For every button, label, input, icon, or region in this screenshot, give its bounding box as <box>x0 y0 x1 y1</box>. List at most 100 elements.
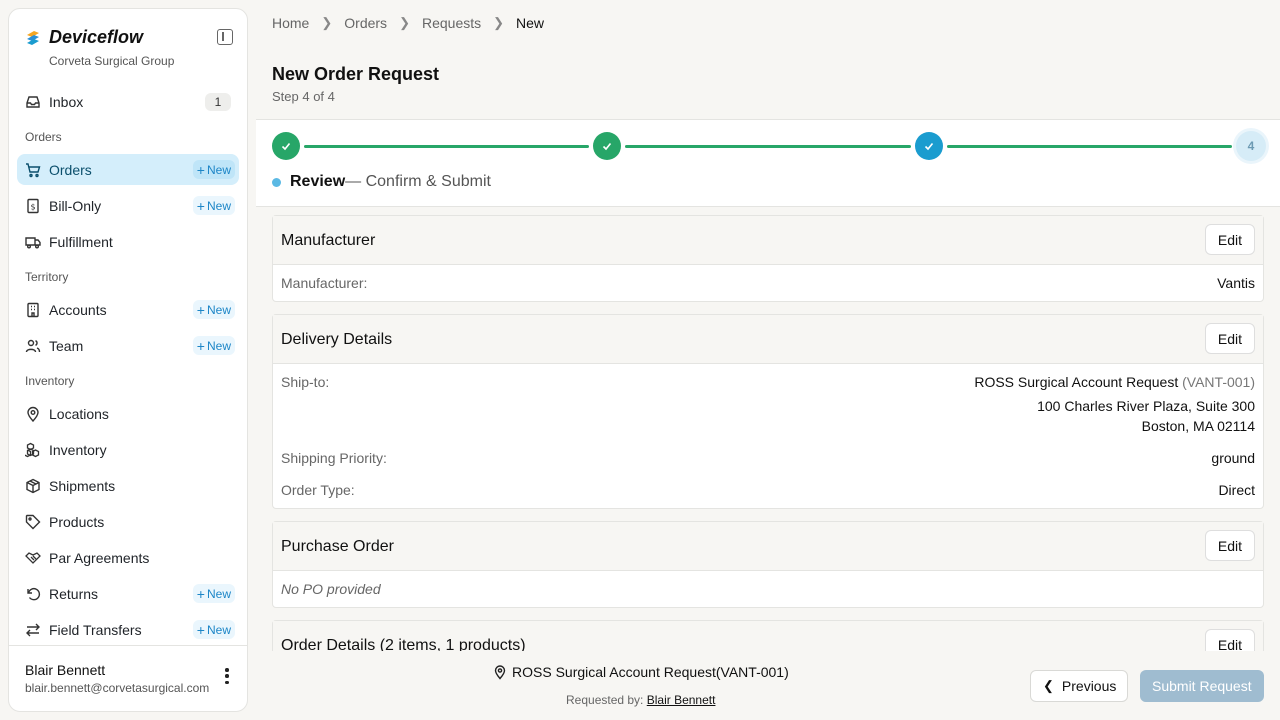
check-icon <box>281 142 291 151</box>
breadcrumb-orders[interactable]: Orders <box>344 15 387 31</box>
sidebar-item-bill-only[interactable]: $ Bill-Only + New <box>17 190 239 221</box>
more-vertical-icon[interactable] <box>225 668 229 684</box>
plus-icon: + <box>196 621 205 638</box>
sidebar-collapse-icon[interactable] <box>217 29 233 45</box>
new-account-button[interactable]: + New <box>192 300 235 319</box>
users-icon <box>25 338 41 354</box>
step-name: Review <box>290 173 346 190</box>
page-title: New Order Request <box>272 64 440 84</box>
step-2-complete[interactable] <box>593 132 621 160</box>
user-profile[interactable]: Blair Bennett blair.bennett@corvetasurgi… <box>9 645 247 711</box>
edit-order-details-button[interactable]: Edit <box>1204 629 1255 651</box>
shipping-priority-value: ground <box>1211 450 1255 466</box>
shipping-priority-label: Shipping Priority: <box>281 450 387 466</box>
new-label: New <box>206 586 231 601</box>
sidebar-item-fulfillment[interactable]: Fulfillment <box>17 226 239 257</box>
sidebar-item-label: Team <box>49 337 84 354</box>
edit-delivery-button[interactable]: Edit <box>1204 323 1255 354</box>
section-orders: Orders <box>25 130 62 144</box>
tag-icon <box>25 514 41 530</box>
ship-to-value: ROSS Surgical Account Request (VANT-001) <box>974 374 1255 390</box>
manufacturer-label: Manufacturer: <box>281 275 368 291</box>
breadcrumb: Home ❯ Orders ❯ Requests ❯ New <box>272 15 544 31</box>
new-team-button[interactable]: + New <box>192 336 235 355</box>
plus-icon: + <box>196 161 205 178</box>
sidebar-item-locations[interactable]: Locations <box>17 398 239 429</box>
map-pin-icon <box>494 665 506 680</box>
sidebar-item-products[interactable]: Products <box>17 506 239 537</box>
handshake-icon <box>25 550 41 566</box>
requested-by: Requested by: Blair Bennett <box>566 693 715 707</box>
manufacturer-value: Vantis <box>1217 275 1255 291</box>
cart-icon <box>25 162 41 178</box>
new-label: New <box>206 338 231 353</box>
new-label: New <box>206 162 231 177</box>
sidebar: Deviceflow Corveta Surgical Group Inbox … <box>8 8 248 712</box>
ship-to-address-line1: 100 Charles River Plaza, Suite 300 <box>1037 398 1255 414</box>
section-territory: Territory <box>25 270 69 284</box>
edit-po-button[interactable]: Edit <box>1204 530 1255 561</box>
breadcrumb-current: New <box>516 15 545 31</box>
sidebar-item-field-transfers[interactable]: Field Transfers + New <box>17 614 239 645</box>
new-field-transfer-button[interactable]: + New <box>192 620 235 639</box>
sidebar-item-label: Inbox <box>49 93 84 110</box>
step-connector <box>304 145 589 148</box>
svg-text:$: $ <box>30 202 35 211</box>
step-1-complete[interactable] <box>272 132 300 160</box>
check-icon <box>924 142 934 151</box>
sidebar-item-label: Orders <box>49 161 92 178</box>
requested-by-label: Requested by: <box>566 693 644 707</box>
previous-button[interactable]: ❮ Previous <box>1030 670 1129 702</box>
new-orders-button[interactable]: + New <box>192 160 235 179</box>
chevron-right-icon: ❯ <box>399 15 410 30</box>
brand[interactable]: Deviceflow <box>25 27 143 48</box>
breadcrumb-requests[interactable]: Requests <box>422 15 481 31</box>
breadcrumb-home[interactable]: Home <box>272 15 309 31</box>
ship-to-name: ROSS Surgical Account Request <box>974 374 1179 390</box>
sidebar-item-inbox[interactable]: Inbox 1 <box>17 86 239 117</box>
chevron-right-icon: ❯ <box>493 15 505 30</box>
inbox-icon <box>25 94 41 110</box>
sidebar-item-label: Products <box>49 513 105 530</box>
sidebar-item-returns[interactable]: Returns + New <box>17 578 239 609</box>
step-3-complete[interactable] <box>915 132 943 160</box>
step-4-current[interactable]: 4 <box>1236 131 1266 161</box>
sidebar-item-team[interactable]: Team + New <box>17 330 239 361</box>
chevron-right-icon: ❯ <box>321 15 333 30</box>
new-return-button[interactable]: + New <box>192 584 235 603</box>
step-description: — Confirm & Submit <box>345 173 491 190</box>
sidebar-item-label: Shipments <box>49 477 116 494</box>
rotate-ccw-icon <box>25 586 41 602</box>
new-bill-only-button[interactable]: + New <box>192 196 235 215</box>
ship-to-code: (VANT-001) <box>1182 374 1255 390</box>
card-title: Delivery Details <box>281 331 393 348</box>
new-label: New <box>206 198 231 213</box>
sidebar-item-shipments[interactable]: Shipments <box>17 470 239 501</box>
order-details-card: Order Details (2 items, 1 products) Edit <box>272 620 1264 651</box>
no-po-text: No PO provided <box>281 581 381 597</box>
edit-manufacturer-button[interactable]: Edit <box>1204 224 1255 255</box>
sidebar-item-label: Fulfillment <box>49 233 113 250</box>
sidebar-item-par-agreements[interactable]: Par Agreements <box>17 542 239 573</box>
sidebar-item-accounts[interactable]: Accounts + New <box>17 294 239 325</box>
status-dot <box>272 177 281 187</box>
requester-link[interactable]: Blair Bennett <box>647 693 716 707</box>
submit-request-button[interactable]: Submit Request <box>1140 670 1264 702</box>
package-icon <box>25 478 41 494</box>
delivery-details-card: Delivery Details Edit Ship-to: ROSS Surg… <box>272 314 1264 509</box>
sidebar-item-inventory[interactable]: Inventory <box>17 434 239 465</box>
app-name: Deviceflow <box>49 27 144 47</box>
new-label: New <box>206 622 231 637</box>
action-footer: ROSS Surgical Account Request(VANT-001) … <box>256 651 1280 720</box>
sidebar-item-label: Inventory <box>49 441 107 458</box>
sidebar-item-label: Returns <box>49 585 99 602</box>
sidebar-item-label: Bill-Only <box>49 197 102 214</box>
card-title: Manufacturer <box>281 232 376 249</box>
plus-icon: + <box>196 337 205 354</box>
arrows-icon <box>25 622 41 638</box>
section-inventory: Inventory <box>25 374 75 388</box>
user-name: Blair Bennett <box>25 662 106 678</box>
sidebar-item-orders[interactable]: Orders + New <box>17 154 239 185</box>
order-type-label: Order Type: <box>281 482 355 498</box>
new-label: New <box>206 302 231 317</box>
